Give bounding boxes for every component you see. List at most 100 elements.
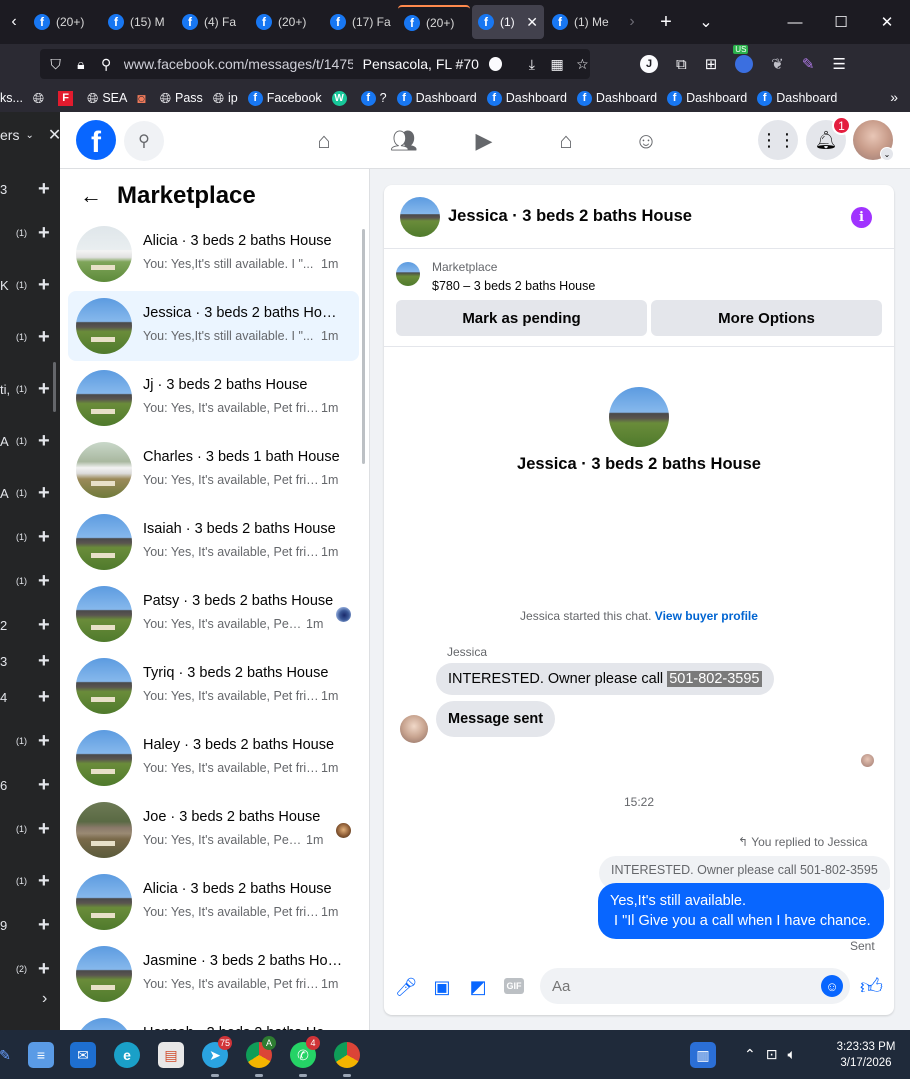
video-icon[interactable]: ▶ bbox=[464, 124, 504, 158]
bookmark-item[interactable]: 🌐︎ SEA bbox=[87, 90, 127, 107]
chrome-2-icon[interactable] bbox=[334, 1042, 360, 1068]
close-window-icon[interactable]: ✕ bbox=[864, 0, 910, 44]
left-panel-row[interactable]: (2) + bbox=[0, 954, 60, 984]
left-panel-scrollbar[interactable] bbox=[53, 362, 56, 412]
left-panel-row[interactable]: 3 + bbox=[0, 174, 60, 204]
profile-j-icon[interactable]: J bbox=[640, 55, 658, 73]
maximize-icon[interactable]: ☐ bbox=[818, 0, 864, 44]
menu-grid-icon[interactable]: ⋮⋮ bbox=[758, 120, 798, 160]
add-icon[interactable]: + bbox=[38, 818, 50, 841]
left-panel-row[interactable]: A (1) + bbox=[0, 478, 60, 508]
left-panel-row[interactable]: 3 + bbox=[0, 646, 60, 676]
qr-icon[interactable]: ▦ bbox=[550, 56, 565, 73]
bookmark-item[interactable]: f? bbox=[360, 90, 387, 106]
add-icon[interactable]: + bbox=[38, 650, 50, 673]
left-panel-row[interactable]: 2 + bbox=[0, 610, 60, 640]
conversation-item[interactable]: Jessica · 3 beds 2 baths House You: Yes,I… bbox=[68, 291, 359, 361]
incoming-message[interactable]: INTERESTED. Owner please call 501-802-35… bbox=[436, 663, 774, 695]
conversation-item[interactable]: Jj · 3 beds 2 baths House You: Yes, It's … bbox=[68, 363, 359, 433]
bookmark-item[interactable]: f Dashboard bbox=[757, 90, 837, 106]
tab-scroll-right-icon[interactable]: › bbox=[618, 0, 646, 44]
bookmarks-overflow-icon[interactable]: » bbox=[890, 89, 898, 105]
search-icon[interactable]: ⚲ bbox=[124, 121, 164, 161]
left-panel-row[interactable]: (1) + bbox=[0, 566, 60, 596]
browser-tab[interactable]: f (1) Me bbox=[546, 5, 618, 39]
browser-tab[interactable]: f (15) M bbox=[102, 5, 174, 39]
add-icon[interactable]: + bbox=[38, 730, 50, 753]
conversation-item[interactable]: Charles · 3 beds 1 bath House You: Yes, I… bbox=[68, 435, 359, 505]
chat-title[interactable]: Jessica · 3 beds 2 baths House bbox=[448, 207, 692, 226]
bookmark-item[interactable]: 🌐︎ bbox=[33, 90, 48, 107]
bookmark-item[interactable]: f Dashboard bbox=[667, 90, 747, 106]
apps-grid-icon[interactable]: ⊞ bbox=[705, 55, 718, 73]
add-icon[interactable]: + bbox=[38, 222, 50, 245]
left-panel-row[interactable]: (1) + bbox=[0, 218, 60, 248]
files-app-icon[interactable]: ▤ bbox=[158, 1042, 184, 1068]
mark-as-pending-button[interactable]: Mark as pending bbox=[396, 300, 647, 336]
permissions-icon[interactable]: ⚲ bbox=[99, 56, 114, 73]
add-icon[interactable]: + bbox=[38, 614, 50, 637]
photo-icon[interactable]: ▣ bbox=[430, 975, 454, 999]
sticker-icon[interactable]: ◩ bbox=[466, 975, 490, 999]
leaf-extension-icon[interactable]: ❦ bbox=[771, 55, 784, 73]
listing-price[interactable]: $780 – 3 beds 2 baths House bbox=[432, 279, 595, 293]
conversation-item[interactable]: Haley · 3 beds 2 baths House You: Yes, It… bbox=[68, 723, 359, 793]
notes-app-icon[interactable]: ≡ bbox=[28, 1042, 54, 1068]
left-panel-row[interactable]: (1) + bbox=[0, 814, 60, 844]
bookmark-item[interactable]: ◙ bbox=[137, 90, 149, 106]
bookmark-star-icon[interactable]: ☆ bbox=[575, 56, 590, 73]
listing-thumbnail[interactable] bbox=[396, 262, 420, 286]
edge-icon[interactable]: e bbox=[114, 1042, 140, 1068]
browser-tab[interactable]: f (1) ✕ bbox=[472, 5, 544, 39]
add-icon[interactable]: + bbox=[38, 326, 50, 349]
url-bar[interactable]: ⛉ 🔒︎ ⚲ www.facebook.com/messages/t/14759… bbox=[40, 49, 590, 79]
info-icon[interactable]: i bbox=[851, 207, 872, 228]
left-panel-row[interactable]: 6 + bbox=[0, 770, 60, 800]
add-icon[interactable]: + bbox=[38, 914, 50, 937]
bookmark-item[interactable]: W bbox=[331, 90, 351, 106]
conversation-item[interactable]: Alicia · 3 beds 2 baths House You: Yes,It… bbox=[68, 219, 359, 289]
conversation-item[interactable]: Patsy · 3 beds 2 baths House You: Yes, It… bbox=[68, 579, 359, 649]
gif-icon[interactable]: GIF bbox=[504, 978, 524, 994]
add-icon[interactable]: + bbox=[38, 378, 50, 401]
incoming-message-2[interactable]: Message sent bbox=[436, 701, 556, 737]
chat-header-avatar[interactable] bbox=[400, 197, 440, 237]
add-icon[interactable]: + bbox=[38, 274, 50, 297]
browser-tab[interactable]: f (20+) bbox=[28, 5, 100, 39]
incoming-phone-number[interactable]: 501-802-3595 bbox=[667, 671, 762, 687]
left-panel-row[interactable]: (1) + bbox=[0, 726, 60, 756]
bookmark-item[interactable]: f Dashboard bbox=[486, 90, 567, 106]
left-panel-scroll-right-icon[interactable]: › bbox=[42, 990, 47, 1008]
browser-tab[interactable]: f (20+) bbox=[250, 5, 322, 39]
left-panel-row[interactable]: ti, (1) + bbox=[0, 374, 60, 404]
network-icon[interactable]: ⊡ bbox=[766, 1046, 778, 1063]
back-arrow-icon[interactable]: ← bbox=[80, 183, 102, 209]
tab-list-chevron-icon[interactable]: ⌄ bbox=[686, 0, 726, 44]
shield-icon[interactable]: ⛉ bbox=[48, 56, 63, 73]
new-tab-icon[interactable]: + bbox=[646, 0, 686, 44]
browser-tab[interactable]: f (4) Fa bbox=[176, 5, 248, 39]
groups-icon[interactable]: ☺ bbox=[626, 124, 666, 158]
sender-avatar[interactable] bbox=[400, 715, 428, 743]
bookmark-item[interactable]: F bbox=[58, 90, 77, 106]
browser-tab[interactable]: f (17) Fa bbox=[324, 5, 396, 39]
feather-extension-icon[interactable]: ✎ bbox=[802, 55, 815, 73]
task-view-icon[interactable]: ▥ bbox=[690, 1042, 716, 1068]
feather-app-icon[interactable]: ✎ bbox=[0, 1042, 18, 1068]
emoji-icon[interactable]: ☺ bbox=[821, 975, 843, 997]
home-icon[interactable]: ⌂ bbox=[304, 124, 344, 158]
left-panel-row[interactable]: (1) + bbox=[0, 522, 60, 552]
tab-scroll-left-icon[interactable]: ‹ bbox=[0, 0, 28, 44]
menu-icon[interactable]: ☰ bbox=[832, 55, 845, 73]
friends-icon[interactable]: 👥︎ bbox=[384, 124, 424, 158]
add-icon[interactable]: + bbox=[38, 570, 50, 593]
conversation-item[interactable]: Alicia · 3 beds 2 baths House You: Yes, I… bbox=[68, 867, 359, 937]
bookmark-item[interactable]: 🌐︎ Pass bbox=[160, 90, 203, 107]
add-icon[interactable]: + bbox=[38, 870, 50, 893]
vpn-extension-icon[interactable]: US bbox=[733, 45, 754, 73]
bookmark-item[interactable]: ks... bbox=[0, 91, 23, 105]
left-panel-row[interactable]: 9 + bbox=[0, 910, 60, 940]
lock-icon[interactable]: 🔒︎ bbox=[73, 56, 88, 73]
outgoing-message[interactable]: Yes,It's still available. I "Il Give you… bbox=[598, 883, 884, 939]
bookmark-item[interactable]: f Facebook bbox=[247, 90, 322, 106]
